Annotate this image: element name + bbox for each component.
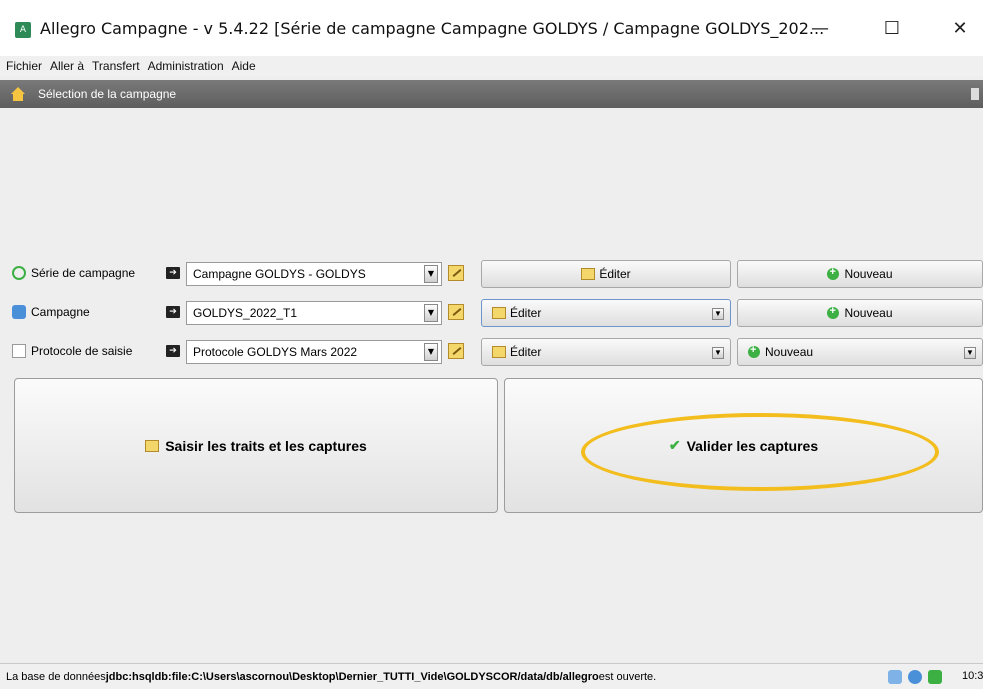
sync-icon[interactable] — [888, 670, 902, 684]
add-icon — [827, 305, 840, 319]
protocole-value: Protocole GOLDYS Mars 2022 — [193, 345, 358, 359]
protocole-label: Protocole de saisie — [12, 344, 132, 358]
edit-pencil-icon[interactable] — [448, 304, 464, 320]
row-campagne: Campagne ➔ GOLDYS_2022_T1 ▼ Éditer ▼ Nou… — [0, 299, 983, 327]
campagne-new-label: Nouveau — [844, 306, 893, 320]
serie-campagne-label-text: Série de campagne — [31, 266, 136, 280]
chevron-down-icon[interactable]: ▼ — [964, 347, 976, 359]
campaign-icon — [12, 305, 26, 319]
app-icon: A — [15, 22, 31, 38]
status-icons — [888, 670, 948, 684]
edit-icon — [492, 307, 506, 319]
campagne-new-button[interactable]: Nouveau — [737, 299, 983, 327]
import-arrow-icon[interactable]: ➔ — [166, 345, 180, 357]
check-icon: ✔ — [668, 437, 681, 453]
section-title: Sélection de la campagne — [38, 87, 177, 101]
chevron-down-icon[interactable]: ▼ — [424, 343, 438, 361]
status-suffix: est ouverte. — [598, 670, 657, 683]
status-db-path: jdbc:hsqldb:file:C:\Users\ascornou\Deskt… — [105, 670, 599, 683]
title-bar: A Allegro Campagne - v 5.4.22 [Série de … — [0, 0, 983, 56]
protocole-edit-button[interactable]: Éditer ▼ — [481, 338, 731, 366]
status-bar: La base de données jdbc:hsqldb:file:C:\U… — [0, 663, 983, 689]
serie-campagne-select[interactable]: Campagne GOLDYS - GOLDYS ▼ — [186, 262, 442, 286]
menu-bar: Fichier Aller à Transfert Administration… — [0, 56, 983, 76]
campagne-edit-label: Éditer — [510, 306, 542, 320]
section-header: Sélection de la campagne — [0, 80, 983, 108]
menu-aide[interactable]: Aide — [232, 59, 256, 73]
campagne-label: Campagne — [12, 305, 90, 319]
series-icon — [12, 266, 26, 280]
add-icon — [748, 344, 760, 358]
campagne-edit-button[interactable]: Éditer ▼ — [481, 299, 731, 327]
home-icon[interactable] — [10, 87, 26, 101]
plugin-icon[interactable] — [928, 670, 942, 684]
status-time: 10:3 — [962, 670, 983, 682]
panel-menu-icon[interactable] — [971, 88, 979, 100]
minimize-button[interactable]: — — [800, 12, 840, 44]
valider-label: Valider les captures — [686, 437, 819, 454]
edit-icon — [581, 268, 596, 280]
protocole-new-button[interactable]: Nouveau ▼ — [737, 338, 983, 366]
status-prefix: La base de données — [6, 670, 106, 683]
serie-new-button[interactable]: Nouveau — [737, 260, 983, 288]
campagne-label-text: Campagne — [31, 305, 90, 319]
main-panel: Série de campagne ➔ Campagne GOLDYS - GO… — [0, 108, 983, 663]
menu-aller-a[interactable]: Aller à — [50, 59, 84, 73]
import-arrow-icon[interactable]: ➔ — [166, 306, 180, 318]
menu-administration[interactable]: Administration — [148, 59, 224, 73]
saisir-label: Saisir les traits et les captures — [165, 437, 367, 454]
protocole-edit-label: Éditer — [510, 345, 542, 359]
menu-transfert[interactable]: Transfert — [92, 59, 140, 73]
protocole-new-label: Nouveau — [765, 345, 814, 359]
close-button[interactable]: ✕ — [940, 12, 980, 44]
chevron-down-icon[interactable]: ▼ — [424, 304, 438, 322]
chevron-down-icon[interactable]: ▼ — [424, 265, 438, 283]
serie-campagne-value: Campagne GOLDYS - GOLDYS — [193, 267, 366, 281]
add-icon — [827, 266, 840, 280]
edit-pencil-icon[interactable] — [448, 265, 464, 281]
serie-edit-button[interactable]: Éditer — [481, 260, 731, 288]
window-title: Allegro Campagne - v 5.4.22 [Série de ca… — [40, 19, 825, 38]
protocole-select[interactable]: Protocole GOLDYS Mars 2022 ▼ — [186, 340, 442, 364]
globe-icon[interactable] — [908, 670, 922, 684]
chevron-down-icon[interactable]: ▼ — [712, 308, 724, 320]
row-serie-campagne: Série de campagne ➔ Campagne GOLDYS - GO… — [0, 260, 983, 288]
edit-icon — [145, 439, 160, 452]
serie-new-label: Nouveau — [844, 267, 893, 281]
chevron-down-icon[interactable]: ▼ — [712, 347, 724, 359]
protocol-icon — [12, 344, 26, 358]
import-arrow-icon[interactable]: ➔ — [166, 267, 180, 279]
edit-pencil-icon[interactable] — [448, 343, 464, 359]
serie-campagne-label: Série de campagne — [12, 266, 135, 280]
campagne-select[interactable]: GOLDYS_2022_T1 ▼ — [186, 301, 442, 325]
serie-edit-label: Éditer — [599, 267, 631, 281]
menu-fichier[interactable]: Fichier — [6, 59, 42, 73]
edit-icon — [492, 346, 506, 358]
row-protocole: Protocole de saisie ➔ Protocole GOLDYS M… — [0, 338, 983, 366]
valider-captures-button[interactable]: ✔ Valider les captures — [504, 378, 983, 513]
protocole-label-text: Protocole de saisie — [31, 344, 133, 358]
campagne-value: GOLDYS_2022_T1 — [193, 306, 298, 320]
saisir-traits-captures-button[interactable]: Saisir les traits et les captures — [14, 378, 498, 513]
maximize-button[interactable]: ☐ — [872, 12, 912, 44]
